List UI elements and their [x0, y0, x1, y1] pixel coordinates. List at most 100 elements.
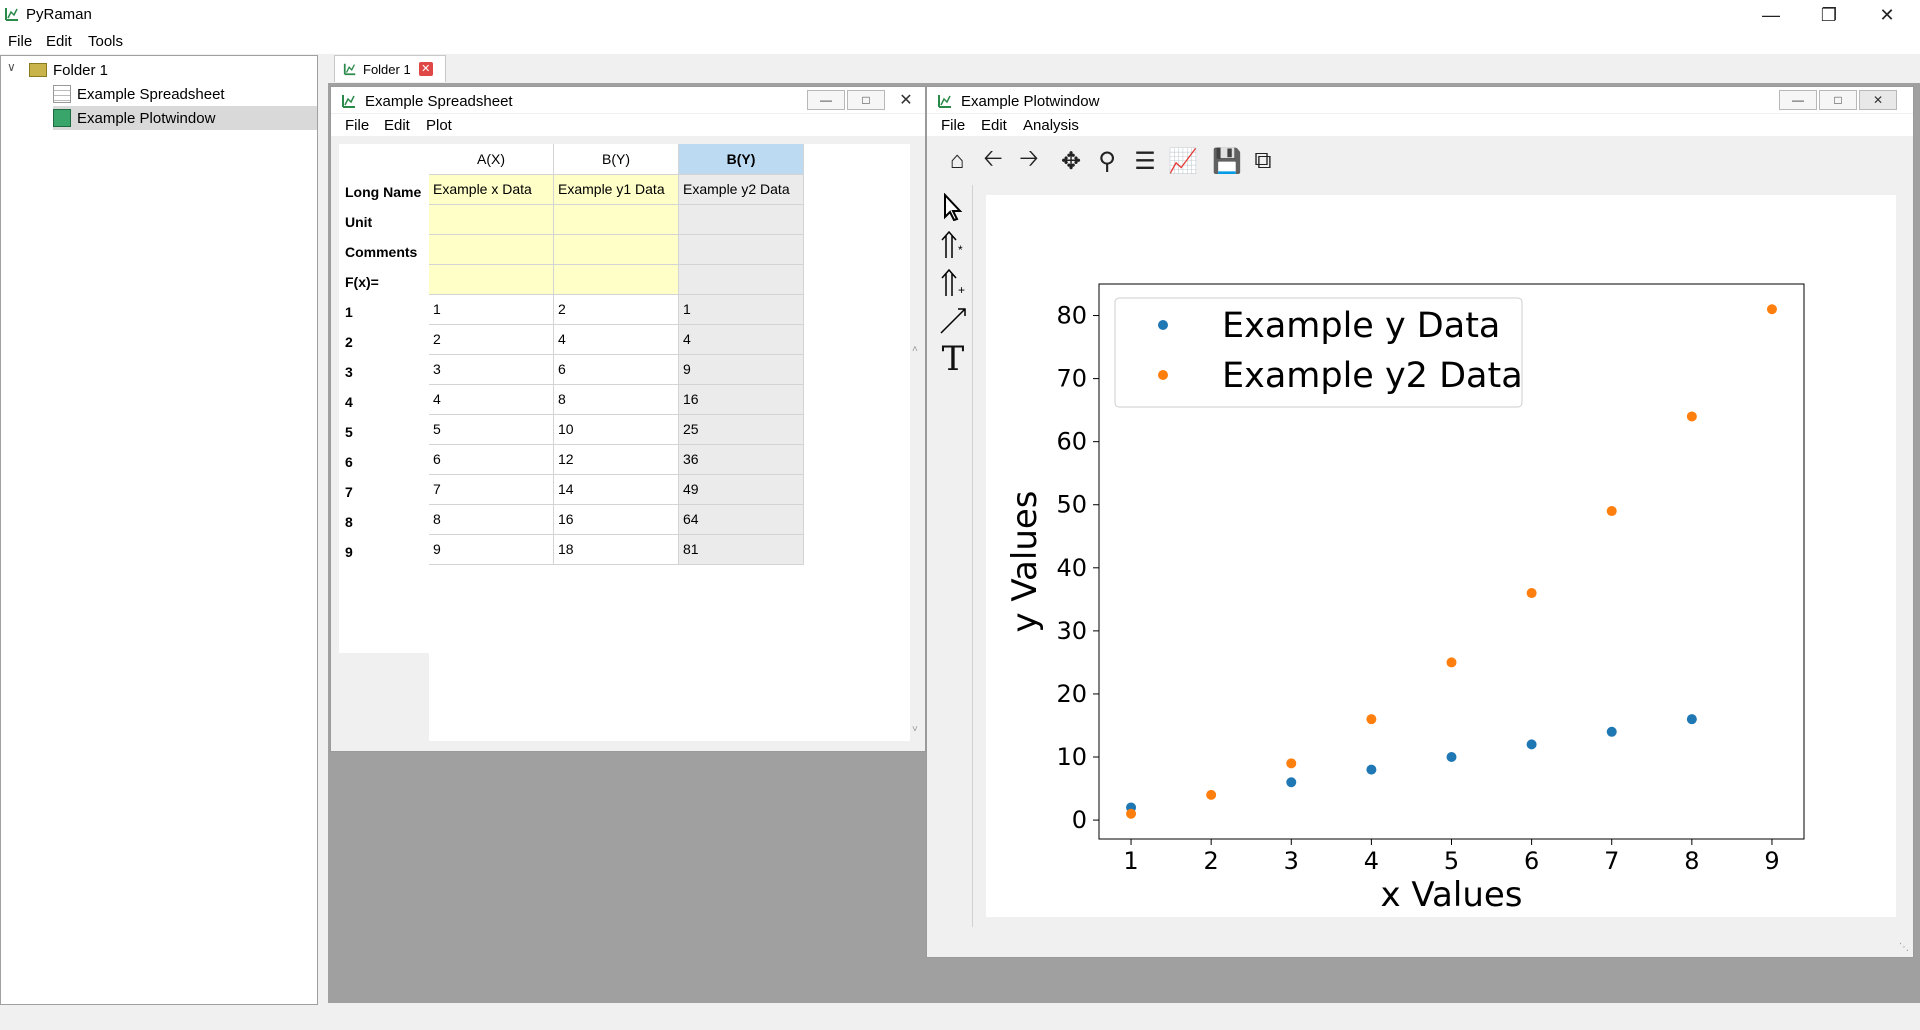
- table-cell[interactable]: 8: [554, 385, 679, 415]
- meta-cell[interactable]: [679, 265, 804, 295]
- meta-cell[interactable]: [429, 235, 554, 265]
- project-tree: ∨ Folder 1 Example Spreadsheet Example P…: [0, 55, 318, 1005]
- table-cell[interactable]: 49: [679, 475, 804, 505]
- close-button[interactable]: ✕: [1859, 90, 1897, 110]
- select-arrow-icon[interactable]: [937, 191, 969, 223]
- table-cell[interactable]: 1: [679, 295, 804, 325]
- table-cell[interactable]: 6: [554, 355, 679, 385]
- chevron-down-icon[interactable]: ∨: [7, 60, 16, 74]
- restore-button[interactable]: ❐: [1800, 0, 1858, 30]
- table-cell[interactable]: 36: [679, 445, 804, 475]
- menu-analysis[interactable]: Analysis: [1023, 117, 1079, 134]
- meta-cell[interactable]: [429, 265, 554, 295]
- edit-curve-icon[interactable]: 📈: [1167, 145, 1199, 177]
- menu-file[interactable]: File: [941, 117, 965, 134]
- table-cell[interactable]: 25: [679, 415, 804, 445]
- meta-cell[interactable]: [554, 205, 679, 235]
- menu-plot[interactable]: Plot: [426, 117, 452, 134]
- row-header[interactable]: 5: [339, 415, 429, 449]
- menu-tools[interactable]: Tools: [88, 33, 123, 50]
- column-header-b1[interactable]: B(Y): [554, 144, 679, 175]
- maximize-button[interactable]: □: [1819, 90, 1857, 110]
- close-button[interactable]: ✕: [887, 90, 925, 110]
- menu-file[interactable]: File: [8, 33, 32, 50]
- legend-marker: [1158, 320, 1168, 330]
- configure-subplots-icon[interactable]: ☰: [1129, 145, 1161, 177]
- resize-grip-icon[interactable]: ⋱: [1899, 942, 1909, 953]
- table-cell[interactable]: 3: [429, 355, 554, 385]
- row-header[interactable]: 1: [339, 295, 429, 329]
- meta-cell[interactable]: [679, 205, 804, 235]
- insert-arrow-plus-icon[interactable]: +: [937, 267, 969, 299]
- table-cell[interactable]: 1: [429, 295, 554, 325]
- text-tool-icon[interactable]: T: [937, 339, 969, 379]
- table-cell[interactable]: 5: [429, 415, 554, 445]
- table-cell[interactable]: 9: [679, 355, 804, 385]
- home-icon[interactable]: ⌂: [941, 145, 973, 177]
- menu-file[interactable]: File: [345, 117, 369, 134]
- table-cell[interactable]: 6: [429, 445, 554, 475]
- meta-cell[interactable]: [554, 265, 679, 295]
- table-cell[interactable]: 2: [429, 325, 554, 355]
- table-cell[interactable]: 4: [679, 325, 804, 355]
- table-cell[interactable]: 10: [554, 415, 679, 445]
- row-header-meta: Unit: [345, 214, 373, 230]
- plot-canvas[interactable]: 1 2 3 4 5 6 7 8 9 0 10 20 30 40 50 60 70 80 x Values y Valu…: [986, 195, 1896, 917]
- menu-edit[interactable]: Edit: [981, 117, 1007, 134]
- column-header-b2[interactable]: B(Y): [679, 144, 804, 175]
- copy-icon[interactable]: ⧉: [1247, 145, 1279, 177]
- table-cell[interactable]: 2: [554, 295, 679, 325]
- minimize-button[interactable]: —: [1742, 0, 1800, 30]
- table-cell[interactable]: 16: [554, 505, 679, 535]
- zoom-icon[interactable]: ⚲: [1091, 145, 1123, 177]
- insert-arrow-star-icon[interactable]: *: [937, 229, 969, 261]
- menu-edit[interactable]: Edit: [384, 117, 410, 134]
- row-header[interactable]: 3: [339, 355, 429, 389]
- meta-cell[interactable]: Example y2 Data: [679, 175, 804, 205]
- column-header-a[interactable]: A(X): [429, 144, 554, 175]
- plotwindow-titlebar: Example Plotwindow — □ ✕: [927, 87, 1913, 113]
- minimize-button[interactable]: —: [807, 90, 845, 110]
- back-icon[interactable]: 🡠: [977, 145, 1009, 177]
- row-header[interactable]: 6: [339, 445, 429, 479]
- vertical-scrollbar[interactable]: ˄ ˅: [911, 144, 923, 741]
- table-cell[interactable]: 64: [679, 505, 804, 535]
- meta-cell[interactable]: [679, 235, 804, 265]
- maximize-button[interactable]: □: [847, 90, 885, 110]
- scroll-down-icon[interactable]: ˅: [912, 724, 918, 735]
- tab-folder-1[interactable]: Folder 1 ✕: [334, 55, 446, 82]
- meta-cell[interactable]: Example x Data: [429, 175, 554, 205]
- table-cell[interactable]: 81: [679, 535, 804, 565]
- row-header[interactable]: 8: [339, 505, 429, 539]
- table-cell[interactable]: 4: [429, 385, 554, 415]
- meta-cell[interactable]: [429, 205, 554, 235]
- tree-item-plotwindow[interactable]: Example Plotwindow: [53, 106, 317, 130]
- save-icon[interactable]: 💾: [1211, 145, 1243, 177]
- table-cell[interactable]: 14: [554, 475, 679, 505]
- scroll-up-icon[interactable]: ˄: [912, 344, 918, 355]
- table-cell[interactable]: 18: [554, 535, 679, 565]
- menu-edit[interactable]: Edit: [46, 33, 72, 50]
- table-cell[interactable]: 12: [554, 445, 679, 475]
- forward-icon[interactable]: 🡢: [1013, 145, 1045, 177]
- line-tool-icon[interactable]: [937, 305, 969, 337]
- row-header[interactable]: 9: [339, 535, 429, 569]
- table-cell[interactable]: 7: [429, 475, 554, 505]
- close-tab-icon[interactable]: ✕: [418, 62, 433, 76]
- row-header[interactable]: 4: [339, 385, 429, 419]
- table-cell[interactable]: 16: [679, 385, 804, 415]
- table-cell[interactable]: 4: [554, 325, 679, 355]
- tree-item-spreadsheet[interactable]: Example Spreadsheet: [53, 82, 317, 106]
- row-header[interactable]: 2: [339, 325, 429, 359]
- meta-cell[interactable]: [554, 235, 679, 265]
- tree-folder[interactable]: Folder 1: [29, 58, 108, 82]
- meta-cell[interactable]: Example y1 Data: [554, 175, 679, 205]
- table-cell[interactable]: 8: [429, 505, 554, 535]
- row-header[interactable]: 7: [339, 475, 429, 509]
- y-tick-label: 40: [1056, 554, 1087, 582]
- plotwindow-icon: [53, 109, 71, 127]
- pan-icon[interactable]: ✥: [1055, 145, 1087, 177]
- table-cell[interactable]: 9: [429, 535, 554, 565]
- minimize-button[interactable]: —: [1779, 90, 1817, 110]
- close-button[interactable]: ✕: [1858, 0, 1916, 30]
